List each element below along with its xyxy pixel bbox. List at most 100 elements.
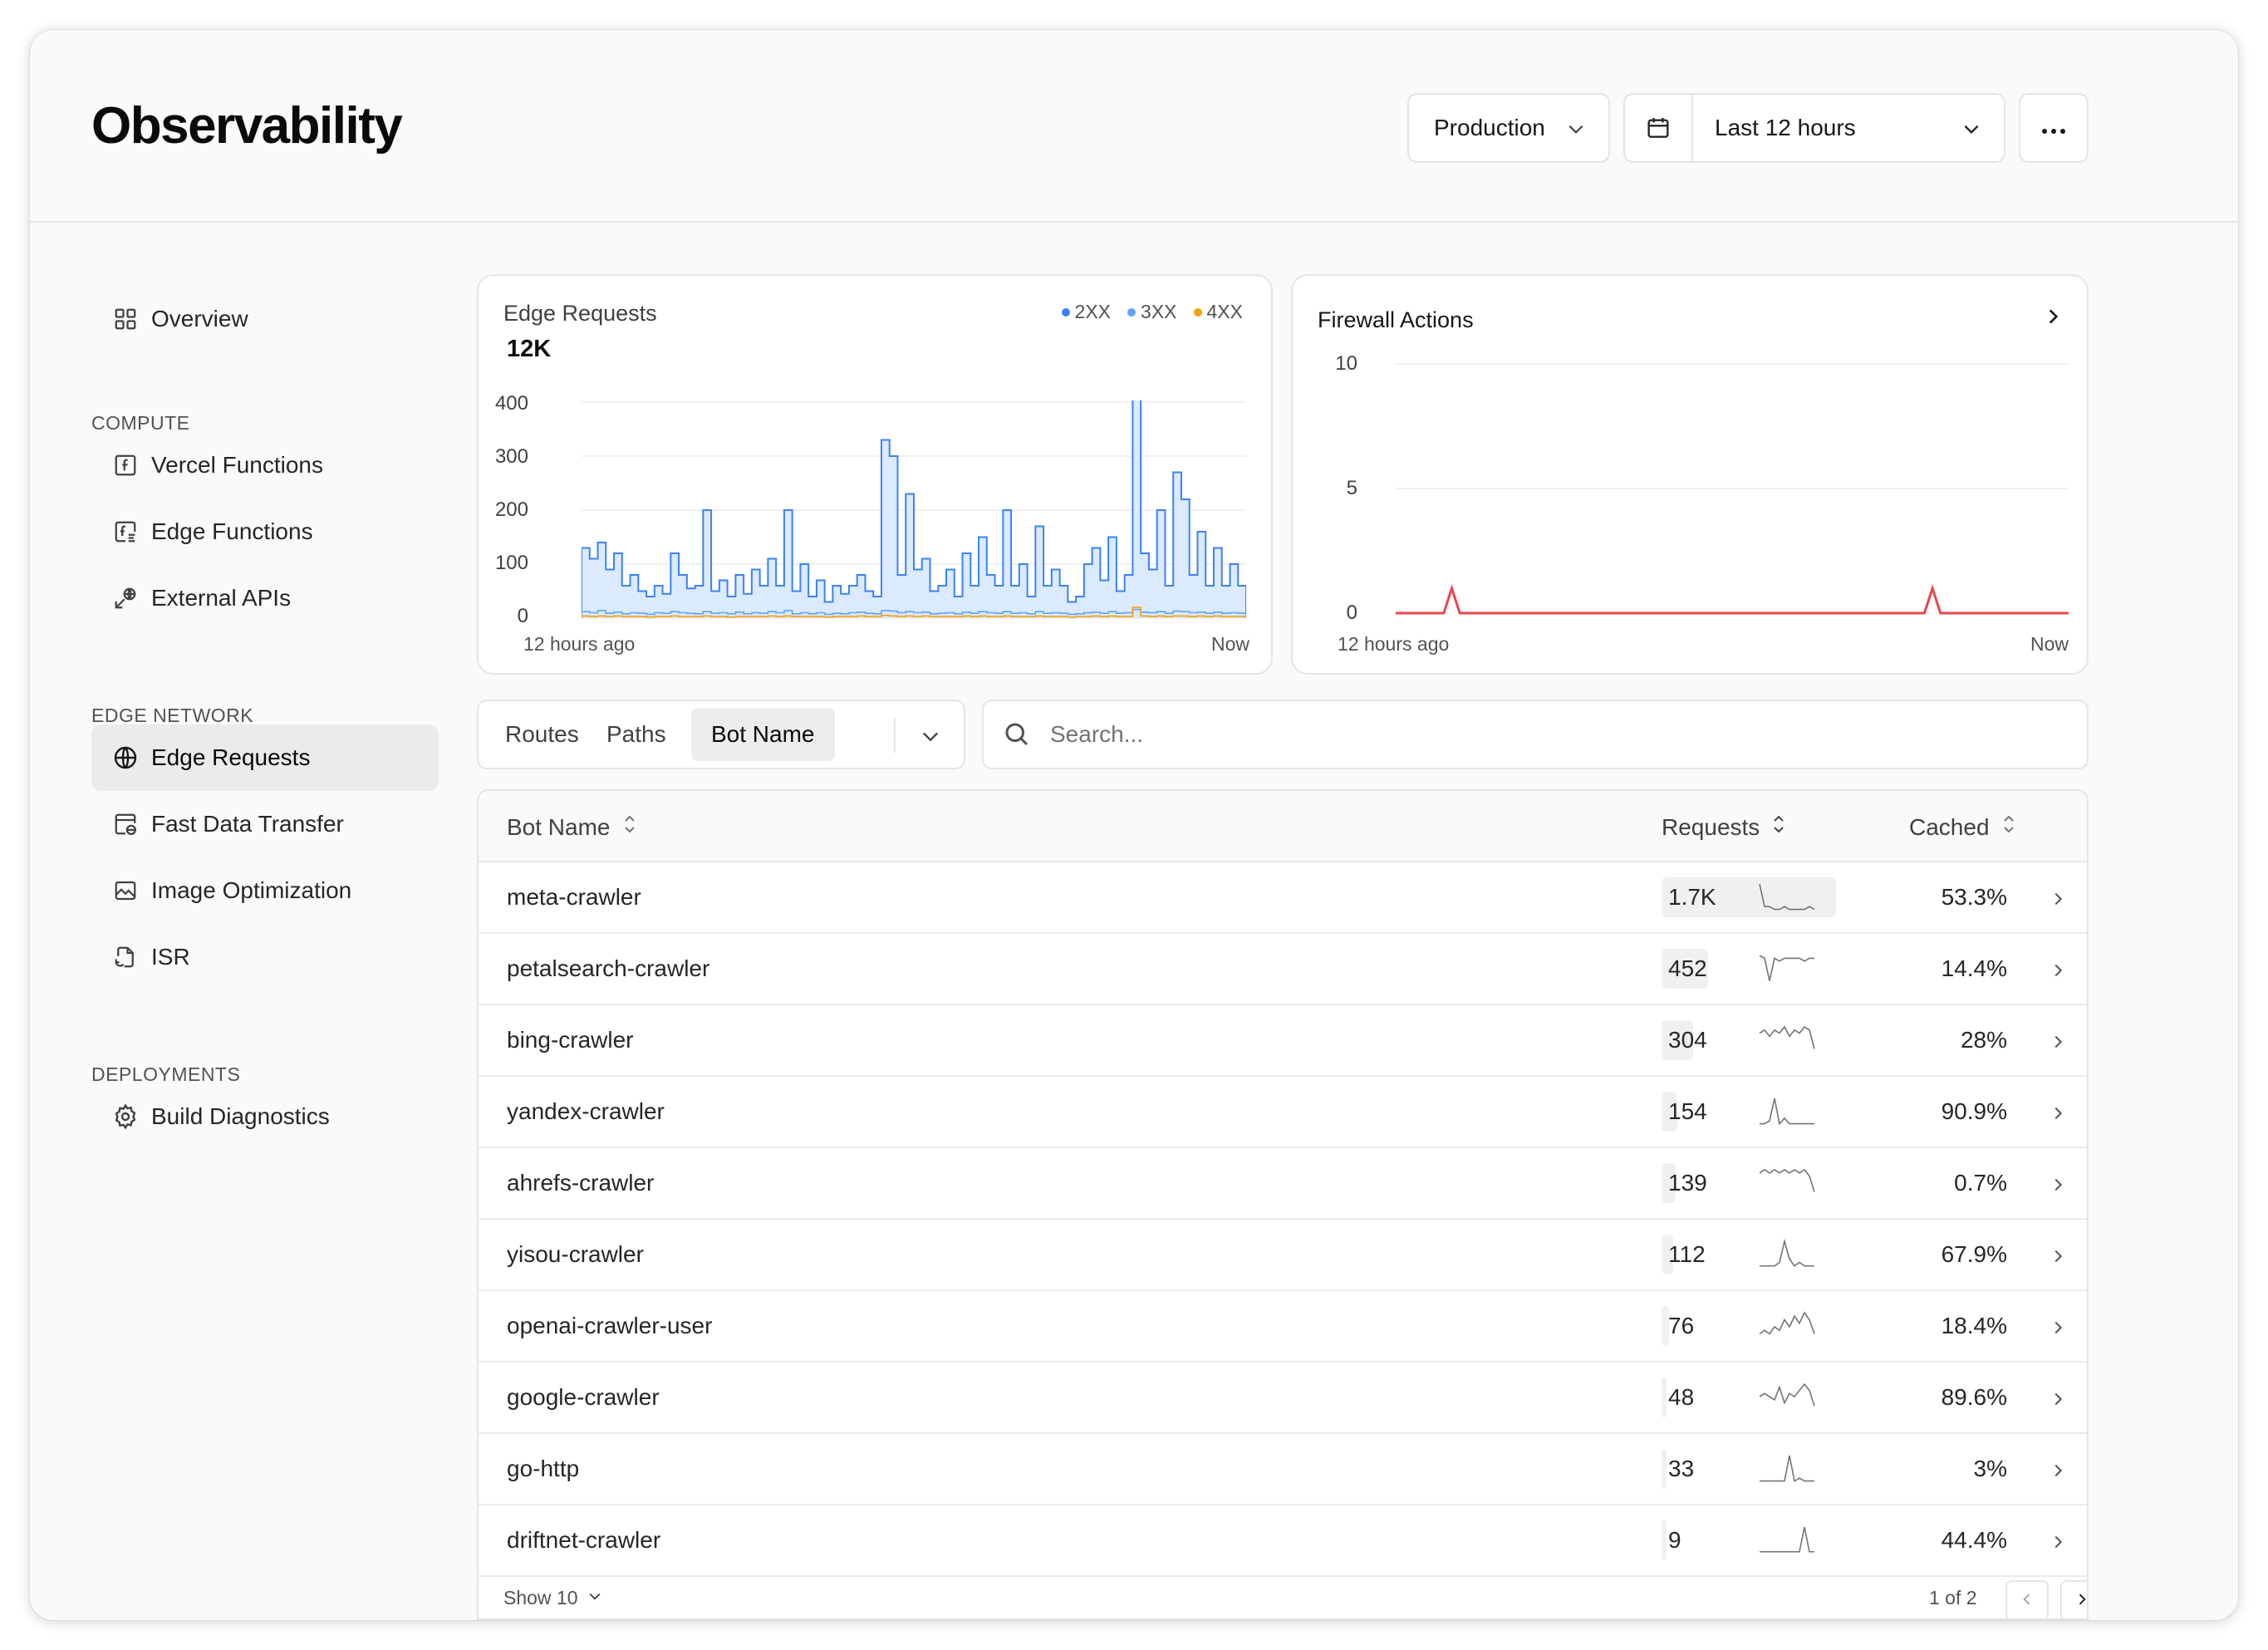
search-field[interactable] <box>982 700 2089 769</box>
previous-page-button[interactable] <box>2005 1580 2049 1618</box>
bot-name-cell: yandex-crawler <box>507 1098 665 1124</box>
next-page-button[interactable] <box>2060 1580 2087 1618</box>
bot-name-cell: go-http <box>507 1456 580 1481</box>
sidebar-item-label: Edge Requests <box>151 744 311 770</box>
search-input[interactable] <box>1050 701 2047 768</box>
chevron-right-icon <box>2074 1590 2087 1613</box>
sidebar-item-image-optimization[interactable]: Image Optimization <box>91 857 439 924</box>
bot-name-cell: google-crawler <box>507 1384 660 1410</box>
chevron-right-icon[interactable] <box>2049 959 2067 985</box>
sidebar-item-label: Overview <box>151 306 248 331</box>
legend-dot <box>1127 307 1136 317</box>
edge-requests-chart-card[interactable]: Edge Requests 12K 2XX 3XX 4XX 400 300 20… <box>477 274 1273 675</box>
chevron-right-icon[interactable] <box>2049 1316 2067 1343</box>
y-tick-label: 5 <box>1346 477 1357 499</box>
sidebar-item-build-diagnostics[interactable]: Build Diagnostics <box>91 1083 439 1150</box>
time-range-select[interactable]: Last 12 hours <box>1623 93 2005 163</box>
environment-label: Production <box>1434 115 1545 140</box>
requests-cell: 112 <box>1668 1241 1706 1267</box>
column-header-requests[interactable]: Requests <box>1662 813 1786 842</box>
requests-bar <box>1662 1449 1667 1489</box>
chevron-right-icon[interactable] <box>2042 306 2064 331</box>
sidebar-item-label: Build Diagnostics <box>151 1103 330 1129</box>
bot-name-cell: openai-crawler-user <box>507 1313 713 1338</box>
firewall-series-line <box>1396 584 2069 615</box>
sidebar-item-edge-requests[interactable]: Edge Requests <box>91 724 439 791</box>
app-window: Observability Production Last 12 hours O… <box>30 30 2238 1620</box>
table-row[interactable]: ahrefs-crawler 139 0.7% <box>479 1148 2087 1220</box>
sparkline-path <box>1760 1526 1814 1553</box>
requests-bar <box>1662 1520 1667 1560</box>
table-row[interactable]: yandex-crawler 154 90.9% <box>479 1077 2087 1148</box>
tab-paths[interactable]: Paths <box>587 708 686 761</box>
sidebar-item-edge-functions[interactable]: Edge Functions <box>91 498 439 565</box>
sparkline-path <box>1759 1025 1815 1049</box>
requests-cell: 33 <box>1668 1456 1695 1481</box>
cached-cell: 89.6% <box>1941 1384 2007 1410</box>
sparkline <box>1759 1311 1815 1335</box>
legend-label: 4XX <box>1206 301 1243 322</box>
cached-cell: 3% <box>1973 1456 2007 1481</box>
legend-dot <box>1193 307 1202 317</box>
sidebar-item-label: External APIs <box>151 585 292 611</box>
time-range-label: Last 12 hours <box>1715 115 1856 140</box>
y-tick-label: 0 <box>1346 602 1357 624</box>
requests-cell: 139 <box>1668 1170 1707 1196</box>
x-axis-start-label: 12 hours ago <box>523 633 636 655</box>
external-api-icon <box>111 584 140 612</box>
bot-name-cell: ahrefs-crawler <box>507 1170 655 1196</box>
bot-name-cell: bing-crawler <box>507 1027 634 1053</box>
tab-routes[interactable]: Routes <box>485 708 599 761</box>
firewall-actions-chart-card[interactable]: Firewall Actions 10 5 0 12 hours ago Now <box>1291 274 2089 675</box>
x-axis-start-label: 12 hours ago <box>1338 633 1450 655</box>
table-row[interactable]: openai-crawler-user 76 18.4% <box>479 1291 2087 1363</box>
globe-icon <box>111 744 140 772</box>
column-header-cached[interactable]: Cached <box>1909 813 2016 842</box>
chevron-right-icon[interactable] <box>2049 1030 2067 1057</box>
chart-title: Firewall Actions <box>1318 307 1474 332</box>
sidebar-section-compute: COMPUTE <box>91 412 190 434</box>
sidebar-section-edge-network: EDGE NETWORK <box>91 705 254 726</box>
sparkline-path <box>1760 1238 1814 1267</box>
chart-legend: 2XX 3XX 4XX <box>1061 301 1243 323</box>
sidebar-item-label: Fast Data Transfer <box>151 811 344 837</box>
chevron-right-icon[interactable] <box>2049 1530 2067 1557</box>
table-row[interactable]: bing-crawler 304 28% <box>479 1005 2087 1077</box>
sidebar-item-fast-data-transfer[interactable]: Fast Data Transfer <box>91 791 439 857</box>
environment-select[interactable]: Production <box>1407 93 1610 163</box>
sidebar-item-label: ISR <box>151 944 190 970</box>
sparkline <box>1759 955 1814 981</box>
sidebar-item-isr[interactable]: ISR <box>91 924 439 990</box>
sparkline <box>1760 1238 1814 1267</box>
chevron-right-icon[interactable] <box>2049 1102 2067 1128</box>
bot-table: Bot Name Requests Cached meta-crawler 1.7… <box>477 789 2089 1620</box>
table-row[interactable]: go-http 33 3% <box>479 1434 2087 1505</box>
requests-cell: 1.7K <box>1668 884 1716 910</box>
table-header: Bot Name Requests Cached <box>479 791 2087 862</box>
chevron-right-icon[interactable] <box>2049 1173 2067 1200</box>
table-row[interactable]: google-crawler 48 89.6% <box>479 1363 2087 1434</box>
y-tick-label: 10 <box>1335 352 1357 375</box>
more-options-button[interactable] <box>2019 93 2089 163</box>
tab-bot-name[interactable]: Bot Name <box>691 708 835 761</box>
sidebar-item-overview[interactable]: Overview <box>91 286 439 352</box>
chevron-down-icon[interactable] <box>919 724 942 752</box>
chevron-right-icon[interactable] <box>2049 1387 2067 1414</box>
sidebar-item-vercel-functions[interactable]: Vercel Functions <box>91 432 439 498</box>
chevron-right-icon[interactable] <box>2049 1459 2067 1485</box>
sparkline-path <box>1759 1311 1815 1335</box>
legend-item: 2XX <box>1061 301 1111 323</box>
chevron-right-icon[interactable] <box>2049 1245 2067 1271</box>
page-size-select[interactable]: Show 10 <box>503 1587 603 1609</box>
table-row[interactable]: petalsearch-crawler 452 14.4% <box>479 934 2087 1005</box>
table-row[interactable]: meta-crawler 1.7K 53.3% <box>479 862 2087 934</box>
table-row[interactable]: driftnet-crawler 9 44.4% <box>479 1505 2087 1577</box>
calendar-icon <box>1625 95 1693 161</box>
legend-item: 3XX <box>1127 301 1177 323</box>
requests-bar <box>1662 1377 1667 1417</box>
table-row[interactable]: yisou-crawler 112 67.9% <box>479 1220 2087 1291</box>
y-tick-label: 0 <box>517 605 528 627</box>
column-header-bot-name[interactable]: Bot Name <box>507 813 637 842</box>
chevron-right-icon[interactable] <box>2049 887 2067 914</box>
sidebar-item-external-apis[interactable]: External APIs <box>91 565 439 631</box>
